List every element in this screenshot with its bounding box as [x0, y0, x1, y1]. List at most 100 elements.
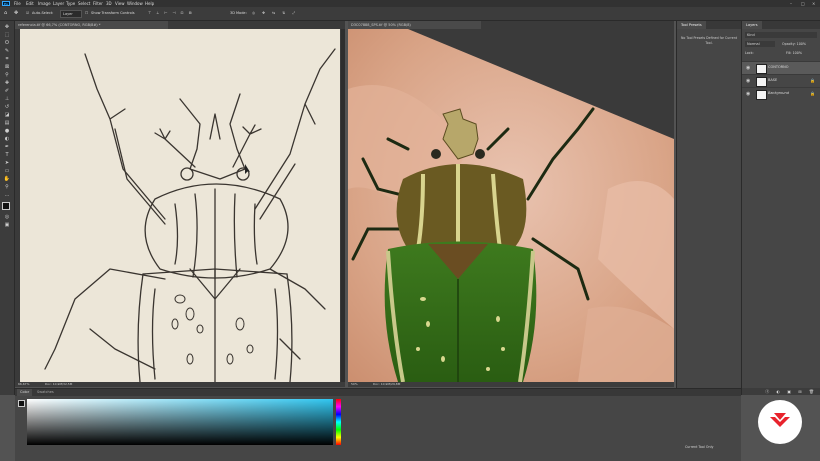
menu-image[interactable]: Image [38, 1, 51, 6]
lasso-tool[interactable]: ʘ [3, 40, 11, 46]
eye-icon[interactable]: ◉ [746, 78, 750, 84]
screen-mode-icon[interactable]: ▣ [3, 222, 11, 228]
more-tools-icon[interactable]: … [3, 192, 11, 198]
options-bar: ⌂ ✥ ☑ Auto-Select: Layer ☐ Show Transfor… [0, 7, 820, 21]
menu-bar: Ps File Edit Image Layer Type Select Fil… [0, 0, 820, 7]
eye-icon[interactable]: ◉ [746, 65, 750, 71]
layer-row-base[interactable]: ◉ BASE 🔒 [742, 74, 820, 87]
document-window-sketch: referencia.tif @ 66,7% (CONTORNO, RGB/8#… [15, 21, 345, 387]
brand-watermark [758, 400, 802, 444]
history-brush-tool[interactable]: ↺ [3, 104, 11, 110]
tab-color[interactable]: Color [17, 389, 33, 396]
pen-tool[interactable]: ✒ [3, 144, 11, 150]
auto-select-dropdown[interactable]: Layer [60, 10, 82, 18]
document-tab-photo[interactable]: D3C07888_SPS.tif @ 50% (RGB/8) [348, 21, 481, 29]
menu-window[interactable]: Window [127, 1, 143, 6]
color-fg-swatch[interactable] [18, 400, 25, 407]
auto-select-label: Auto-Select: [32, 11, 54, 15]
brand-logo-icon [770, 413, 790, 427]
menu-3d[interactable]: 3D [106, 1, 112, 6]
layer-filter-kind: Kind [747, 33, 755, 37]
type-tool[interactable]: T [3, 152, 11, 158]
layer-thumbnail [756, 77, 767, 87]
3d-mode-icons[interactable]: ◎ ✥ ⇆ ⇅ ⤢ [252, 11, 298, 15]
tab-layers[interactable]: Layers [742, 21, 762, 29]
blur-tool[interactable]: ● [3, 128, 11, 134]
layer-filter[interactable]: Kind [745, 32, 817, 38]
blend-mode-value: Normal [747, 42, 760, 46]
home-icon[interactable]: ⌂ [4, 10, 7, 16]
layers-footer-icons[interactable]: ⓕ ◐ ▣ ⊞ 🗑 [742, 388, 820, 395]
menu-help[interactable]: Help [145, 1, 154, 6]
menu-file[interactable]: File [14, 1, 21, 6]
hue-slider[interactable] [336, 399, 341, 445]
gradient-tool[interactable]: ▤ [3, 120, 11, 126]
eyedropper-tool[interactable]: ⚲ [3, 72, 11, 78]
marquee-tool[interactable]: ⬚ [3, 32, 11, 38]
document-tab-sketch[interactable]: referencia.tif @ 66,7% (CONTORNO, RGB/8#… [15, 21, 168, 29]
lock-label: Lock: [745, 51, 754, 55]
photo-canvas[interactable] [348, 29, 674, 382]
zoom-level[interactable]: 50% [351, 382, 358, 387]
foreground-color-swatch[interactable] [2, 202, 10, 210]
hand-tool[interactable]: ✋ [3, 176, 11, 182]
status-bar-photo: 50% Doc: 10,9M/29,8M [348, 382, 674, 387]
doc-size: Doc: 10,9M/29,8M [373, 382, 401, 386]
opacity-field[interactable]: Opacity: 100% [782, 42, 806, 46]
move-tool-icon[interactable]: ✥ [14, 10, 18, 16]
show-transform-label: Show Transform Controls [91, 11, 135, 15]
layer-thumbnail [756, 90, 767, 100]
auto-select-checkbox[interactable]: ☑ [26, 11, 29, 15]
color-field[interactable] [27, 399, 333, 445]
zoom-tool[interactable]: ⚲ [3, 184, 11, 190]
menu-layer[interactable]: Layer [53, 1, 64, 6]
eraser-tool[interactable]: ◪ [3, 112, 11, 118]
layer-name: BASE [768, 78, 778, 82]
align-icons[interactable]: ⊤ ⊥ ⊢ ⊣ ⊡ ⊞ [148, 11, 194, 15]
layer-name: CONTORNO [768, 65, 789, 69]
frame-tool[interactable]: ⊠ [3, 64, 11, 70]
sketch-vertical-scrollbar[interactable] [341, 29, 345, 382]
menu-edit[interactable]: Edit [26, 1, 34, 6]
color-panel: Color Swatches Current Tool Only [15, 388, 741, 461]
layers-header: Layers [742, 21, 820, 29]
show-transform-checkbox[interactable]: ☐ [85, 11, 88, 15]
maximize-icon[interactable]: □ [801, 1, 805, 6]
menu-select[interactable]: Select [78, 1, 90, 6]
minimize-icon[interactable]: – [790, 1, 792, 6]
layer-row-background[interactable]: ◉ Background 🔒 [742, 87, 820, 100]
crop-tool[interactable]: ⌗ [3, 56, 11, 62]
move-tool[interactable]: ✥ [3, 24, 11, 30]
lock-icon: 🔒 [810, 78, 815, 83]
quick-mask-icon[interactable]: ◎ [3, 214, 11, 220]
menu-type[interactable]: Type [66, 1, 75, 6]
current-tool-only-checkbox[interactable]: Current Tool Only [685, 445, 713, 449]
blend-mode-select[interactable]: Normal [745, 41, 775, 47]
dodge-tool[interactable]: ◐ [3, 136, 11, 142]
eye-icon[interactable]: ◉ [746, 91, 750, 97]
menu-filter[interactable]: Filter [93, 1, 103, 6]
status-bar-sketch: 66,67% Doc: 10,9M/32,5M [15, 382, 345, 387]
clone-stamp-tool[interactable]: ⊥ [3, 96, 11, 102]
tool-presets-header: Tool Presets [677, 21, 741, 29]
fill-field[interactable]: Fill: 100% [786, 51, 802, 55]
photoshop-logo-icon: Ps [2, 1, 10, 6]
color-panel-tabs: Color Swatches [15, 389, 741, 396]
document-window-photo: D3C07888_SPS.tif @ 50% (RGB/8) 50% Doc: … [348, 21, 674, 387]
brush-tool[interactable]: ✐ [3, 88, 11, 94]
rectangle-tool[interactable]: ▭ [3, 168, 11, 174]
sketch-canvas[interactable] [15, 29, 345, 382]
zoom-level[interactable]: 66,67% [18, 382, 29, 387]
menu-view[interactable]: View [115, 1, 125, 6]
beetle-eye [475, 149, 485, 159]
no-presets-message: No Tool Presets Defined for Current Tool… [681, 36, 737, 45]
layers-panel: Layers Kind Normal Opacity: 100% Lock: F… [741, 21, 820, 395]
close-icon[interactable]: × [812, 1, 815, 6]
layer-row-contorno[interactable]: ◉ CONTORNO [742, 61, 820, 74]
healing-brush-tool[interactable]: ✚ [3, 80, 11, 86]
path-select-tool[interactable]: ➤ [3, 160, 11, 166]
quick-select-tool[interactable]: ✎ [3, 48, 11, 54]
tab-swatches[interactable]: Swatches [37, 389, 54, 396]
tab-tool-presets[interactable]: Tool Presets [677, 21, 706, 29]
3d-mode-label: 3D Mode: [230, 11, 247, 15]
